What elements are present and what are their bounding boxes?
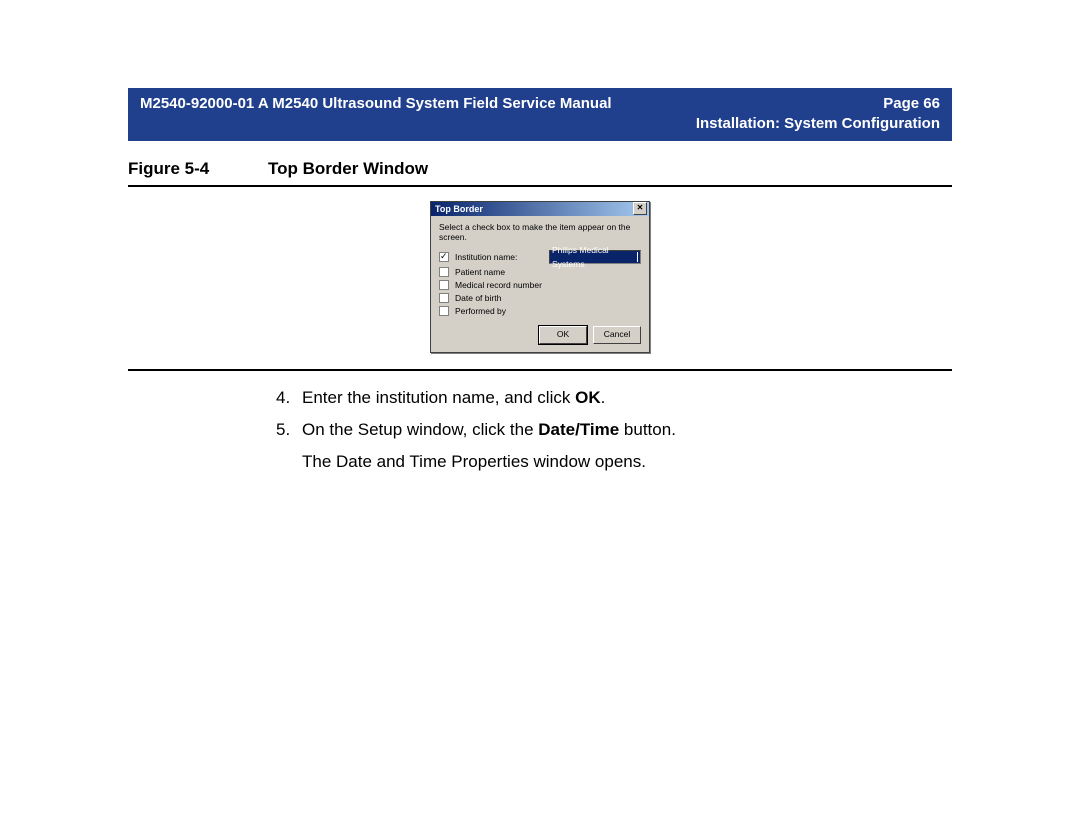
dialog-instruction: Select a check box to make the item appe… <box>439 222 641 242</box>
step-5: 5. On the Setup window, click the Date/T… <box>276 417 952 443</box>
row-dob: Date of birth <box>439 293 641 303</box>
step-5-text: On the Setup window, click the Date/Time… <box>302 417 676 443</box>
header-bar: M2540-92000-01 A M2540 Ultrasound System… <box>128 88 952 141</box>
page-number: Page 66 <box>883 94 940 114</box>
cancel-button[interactable]: Cancel <box>593 326 641 344</box>
row-performedby: Performed by <box>439 306 641 316</box>
figure-title: Top Border Window <box>268 159 428 179</box>
page: M2540-92000-01 A M2540 Ultrasound System… <box>0 0 1080 834</box>
checkbox-mrn[interactable] <box>439 280 449 290</box>
text-caret-icon <box>637 252 638 262</box>
step-4-c: . <box>601 388 606 407</box>
label-performedby: Performed by <box>455 306 506 316</box>
label-dob: Date of birth <box>455 293 501 303</box>
figure-label: Figure 5-4 <box>128 159 268 179</box>
dialog-body: Select a check box to make the item appe… <box>431 216 649 352</box>
step-5-bold: Date/Time <box>538 420 619 439</box>
row-institution: Institution name: Philips Medical System… <box>439 250 641 264</box>
header-row-2: Installation: System Configuration <box>140 114 940 134</box>
checkbox-institution[interactable] <box>439 252 449 262</box>
dialog-buttons: OK Cancel <box>439 326 641 344</box>
figure-heading: Figure 5-4 Top Border Window <box>128 159 952 179</box>
step-5-a: On the Setup window, click the <box>302 420 538 439</box>
close-icon[interactable]: ✕ <box>633 202 647 215</box>
steps: 4. Enter the institution name, and click… <box>276 385 952 476</box>
header-row-1: M2540-92000-01 A M2540 Ultrasound System… <box>140 94 940 114</box>
divider <box>128 369 952 371</box>
checkbox-patient[interactable] <box>439 267 449 277</box>
step-4-bold: OK <box>575 388 601 407</box>
section-title: Installation: System Configuration <box>696 115 940 132</box>
step-5-sub: The Date and Time Properties window open… <box>302 449 952 475</box>
row-mrn: Medical record number <box>439 280 641 290</box>
doc-title: M2540-92000-01 A M2540 Ultrasound System… <box>140 94 612 114</box>
dialog-title-text: Top Border <box>435 204 483 214</box>
institution-name-value: Philips Medical Systems <box>552 243 635 271</box>
step-5-number: 5. <box>276 417 302 443</box>
checkbox-dob[interactable] <box>439 293 449 303</box>
step-5-c: button. <box>619 420 676 439</box>
label-institution: Institution name: <box>455 252 517 262</box>
checkbox-performedby[interactable] <box>439 306 449 316</box>
institution-name-field[interactable]: Philips Medical Systems <box>549 250 641 264</box>
label-mrn: Medical record number <box>455 280 542 290</box>
step-4: 4. Enter the institution name, and click… <box>276 385 952 411</box>
label-patient: Patient name <box>455 267 505 277</box>
step-4-text: Enter the institution name, and click OK… <box>302 385 605 411</box>
step-4-number: 4. <box>276 385 302 411</box>
ok-button[interactable]: OK <box>539 326 587 344</box>
dialog-wrap: Top Border ✕ Select a check box to make … <box>128 187 952 363</box>
step-4-a: Enter the institution name, and click <box>302 388 575 407</box>
dialog-titlebar[interactable]: Top Border ✕ <box>431 202 649 216</box>
top-border-dialog: Top Border ✕ Select a check box to make … <box>430 201 650 353</box>
